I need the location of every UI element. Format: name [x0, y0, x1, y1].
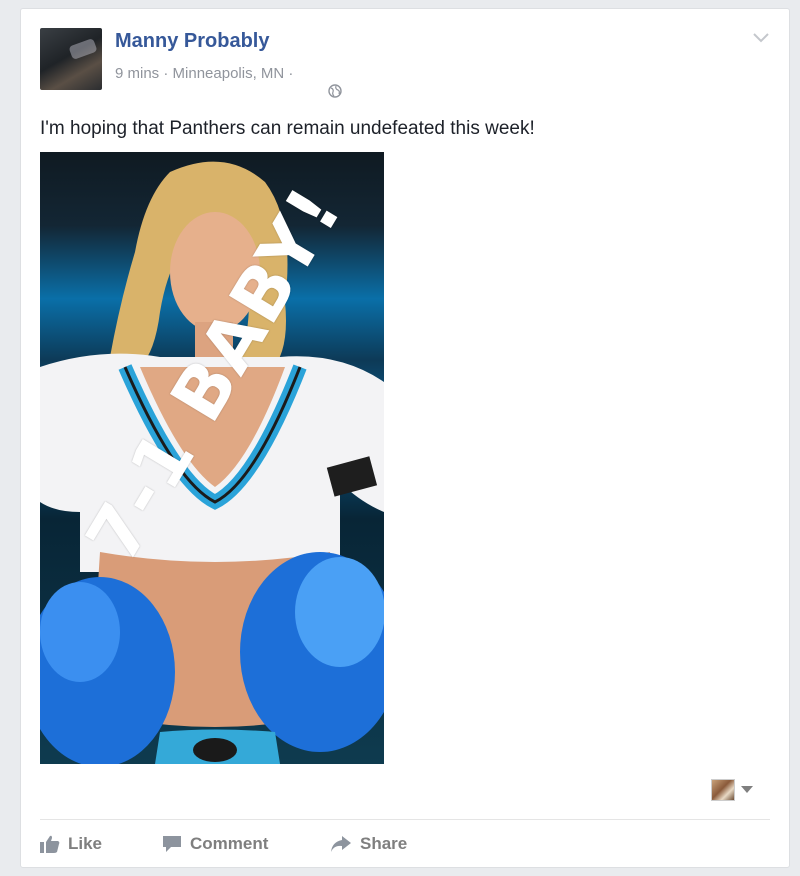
- post-metadata: 9 mins · Minneapolis, MN ·: [115, 65, 342, 98]
- caret-down-icon: [741, 786, 753, 793]
- chevron-down-icon[interactable]: [751, 31, 771, 45]
- reactor-avatar: [711, 779, 735, 801]
- post-card: Manny Probably 9 mins · Minneapolis, MN …: [20, 8, 790, 868]
- author-avatar[interactable]: [40, 28, 102, 90]
- like-label: Like: [68, 834, 103, 853]
- post-location[interactable]: Minneapolis, MN: [173, 65, 285, 82]
- share-button[interactable]: Share: [330, 829, 407, 859]
- post-actions-bar: Like Comment Share: [40, 829, 407, 859]
- post-timestamp[interactable]: 9 mins: [115, 65, 159, 82]
- post-as-selector[interactable]: [711, 779, 753, 801]
- comment-button[interactable]: Comment: [162, 829, 330, 859]
- comment-label: Comment: [190, 834, 269, 853]
- speech-bubble-icon: [163, 836, 181, 852]
- like-button[interactable]: Like: [40, 829, 162, 859]
- author-name-link[interactable]: Manny Probably: [115, 30, 269, 53]
- meta-separator: ·: [159, 65, 173, 82]
- post-body-text: I'm hoping that Panthers can remain unde…: [40, 118, 535, 139]
- thumbs-up-icon: [40, 835, 60, 853]
- share-arrow-icon: [331, 836, 351, 852]
- share-label: Share: [360, 834, 408, 853]
- meta-separator: ·: [284, 65, 298, 82]
- actions-divider: [40, 819, 770, 820]
- globe-icon[interactable]: [303, 67, 342, 98]
- post-photo[interactable]: 7-1 BABY!: [40, 152, 384, 764]
